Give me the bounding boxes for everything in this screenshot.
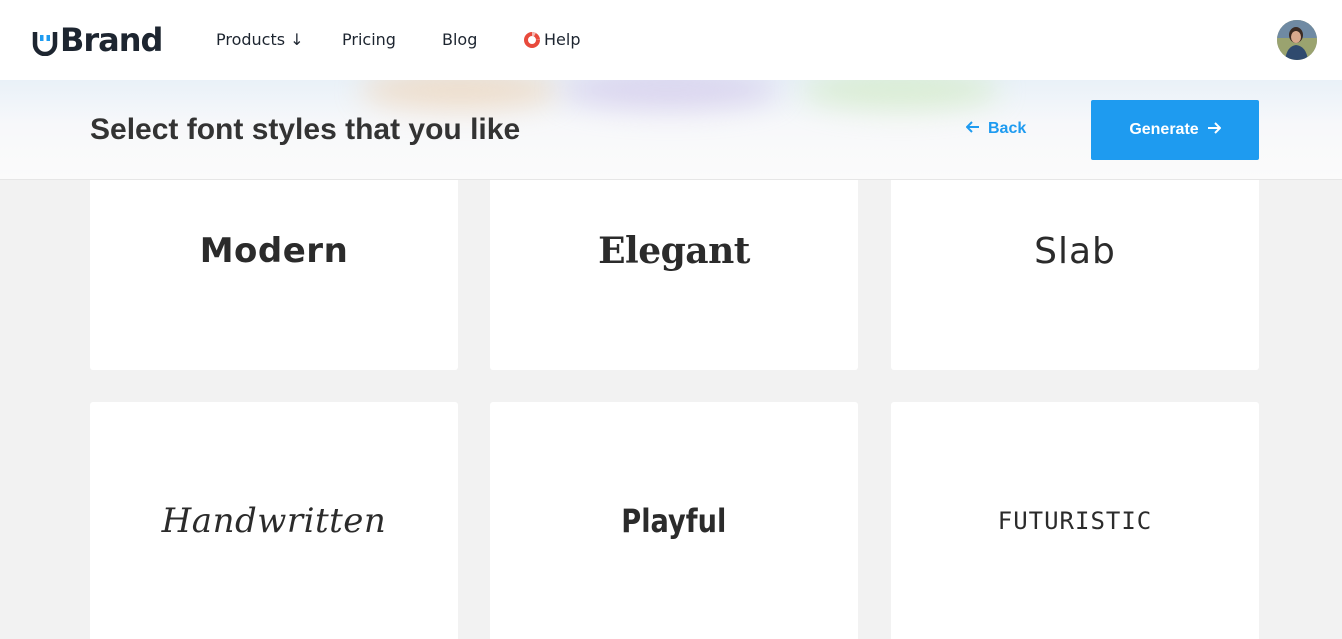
page-title: Select font styles that you like: [90, 113, 521, 146]
font-card-slab[interactable]: Slab: [891, 170, 1259, 370]
nav-help-label: Help: [544, 30, 581, 49]
nav-blog[interactable]: Blog: [442, 30, 477, 49]
generate-button[interactable]: Generate: [1091, 100, 1259, 160]
font-style-label: Playful: [621, 502, 727, 540]
header-glow: [360, 80, 560, 110]
font-card-futuristic[interactable]: FUTURISTIC: [891, 402, 1259, 639]
generate-button-label: Generate: [1129, 121, 1199, 138]
brand-logo[interactable]: Brand: [32, 21, 163, 59]
arrow-right-icon: [1207, 121, 1222, 139]
arrow-left-icon: [965, 120, 980, 138]
top-navigation: Brand Products ↓ Pricing Blog Help: [0, 0, 1342, 80]
font-style-label: Handwritten: [161, 501, 387, 541]
font-style-label: Modern: [199, 231, 349, 271]
user-avatar[interactable]: [1277, 20, 1317, 60]
nav-help[interactable]: Help: [524, 30, 580, 49]
font-style-label: FUTURISTIC: [997, 507, 1153, 535]
back-button[interactable]: Back: [965, 120, 1027, 138]
font-card-elegant[interactable]: Elegant: [490, 170, 858, 370]
header-glow: [800, 80, 1000, 110]
header-glow: [560, 80, 780, 110]
u-logo-icon: [32, 30, 58, 57]
lifebuoy-icon: [524, 31, 540, 48]
logo-text: Brand: [60, 21, 163, 59]
font-card-playful[interactable]: Playful: [490, 402, 858, 639]
font-style-label: Elegant: [598, 230, 750, 272]
nav-products[interactable]: Products ↓: [216, 30, 304, 49]
font-card-handwritten[interactable]: Handwritten: [90, 402, 458, 639]
font-style-label: Slab: [1034, 230, 1116, 272]
font-card-modern[interactable]: Modern: [90, 170, 458, 370]
back-button-label: Back: [988, 120, 1027, 137]
nav-pricing[interactable]: Pricing: [342, 30, 396, 49]
sub-header: Select font styles that you like Back Ge…: [0, 80, 1342, 180]
